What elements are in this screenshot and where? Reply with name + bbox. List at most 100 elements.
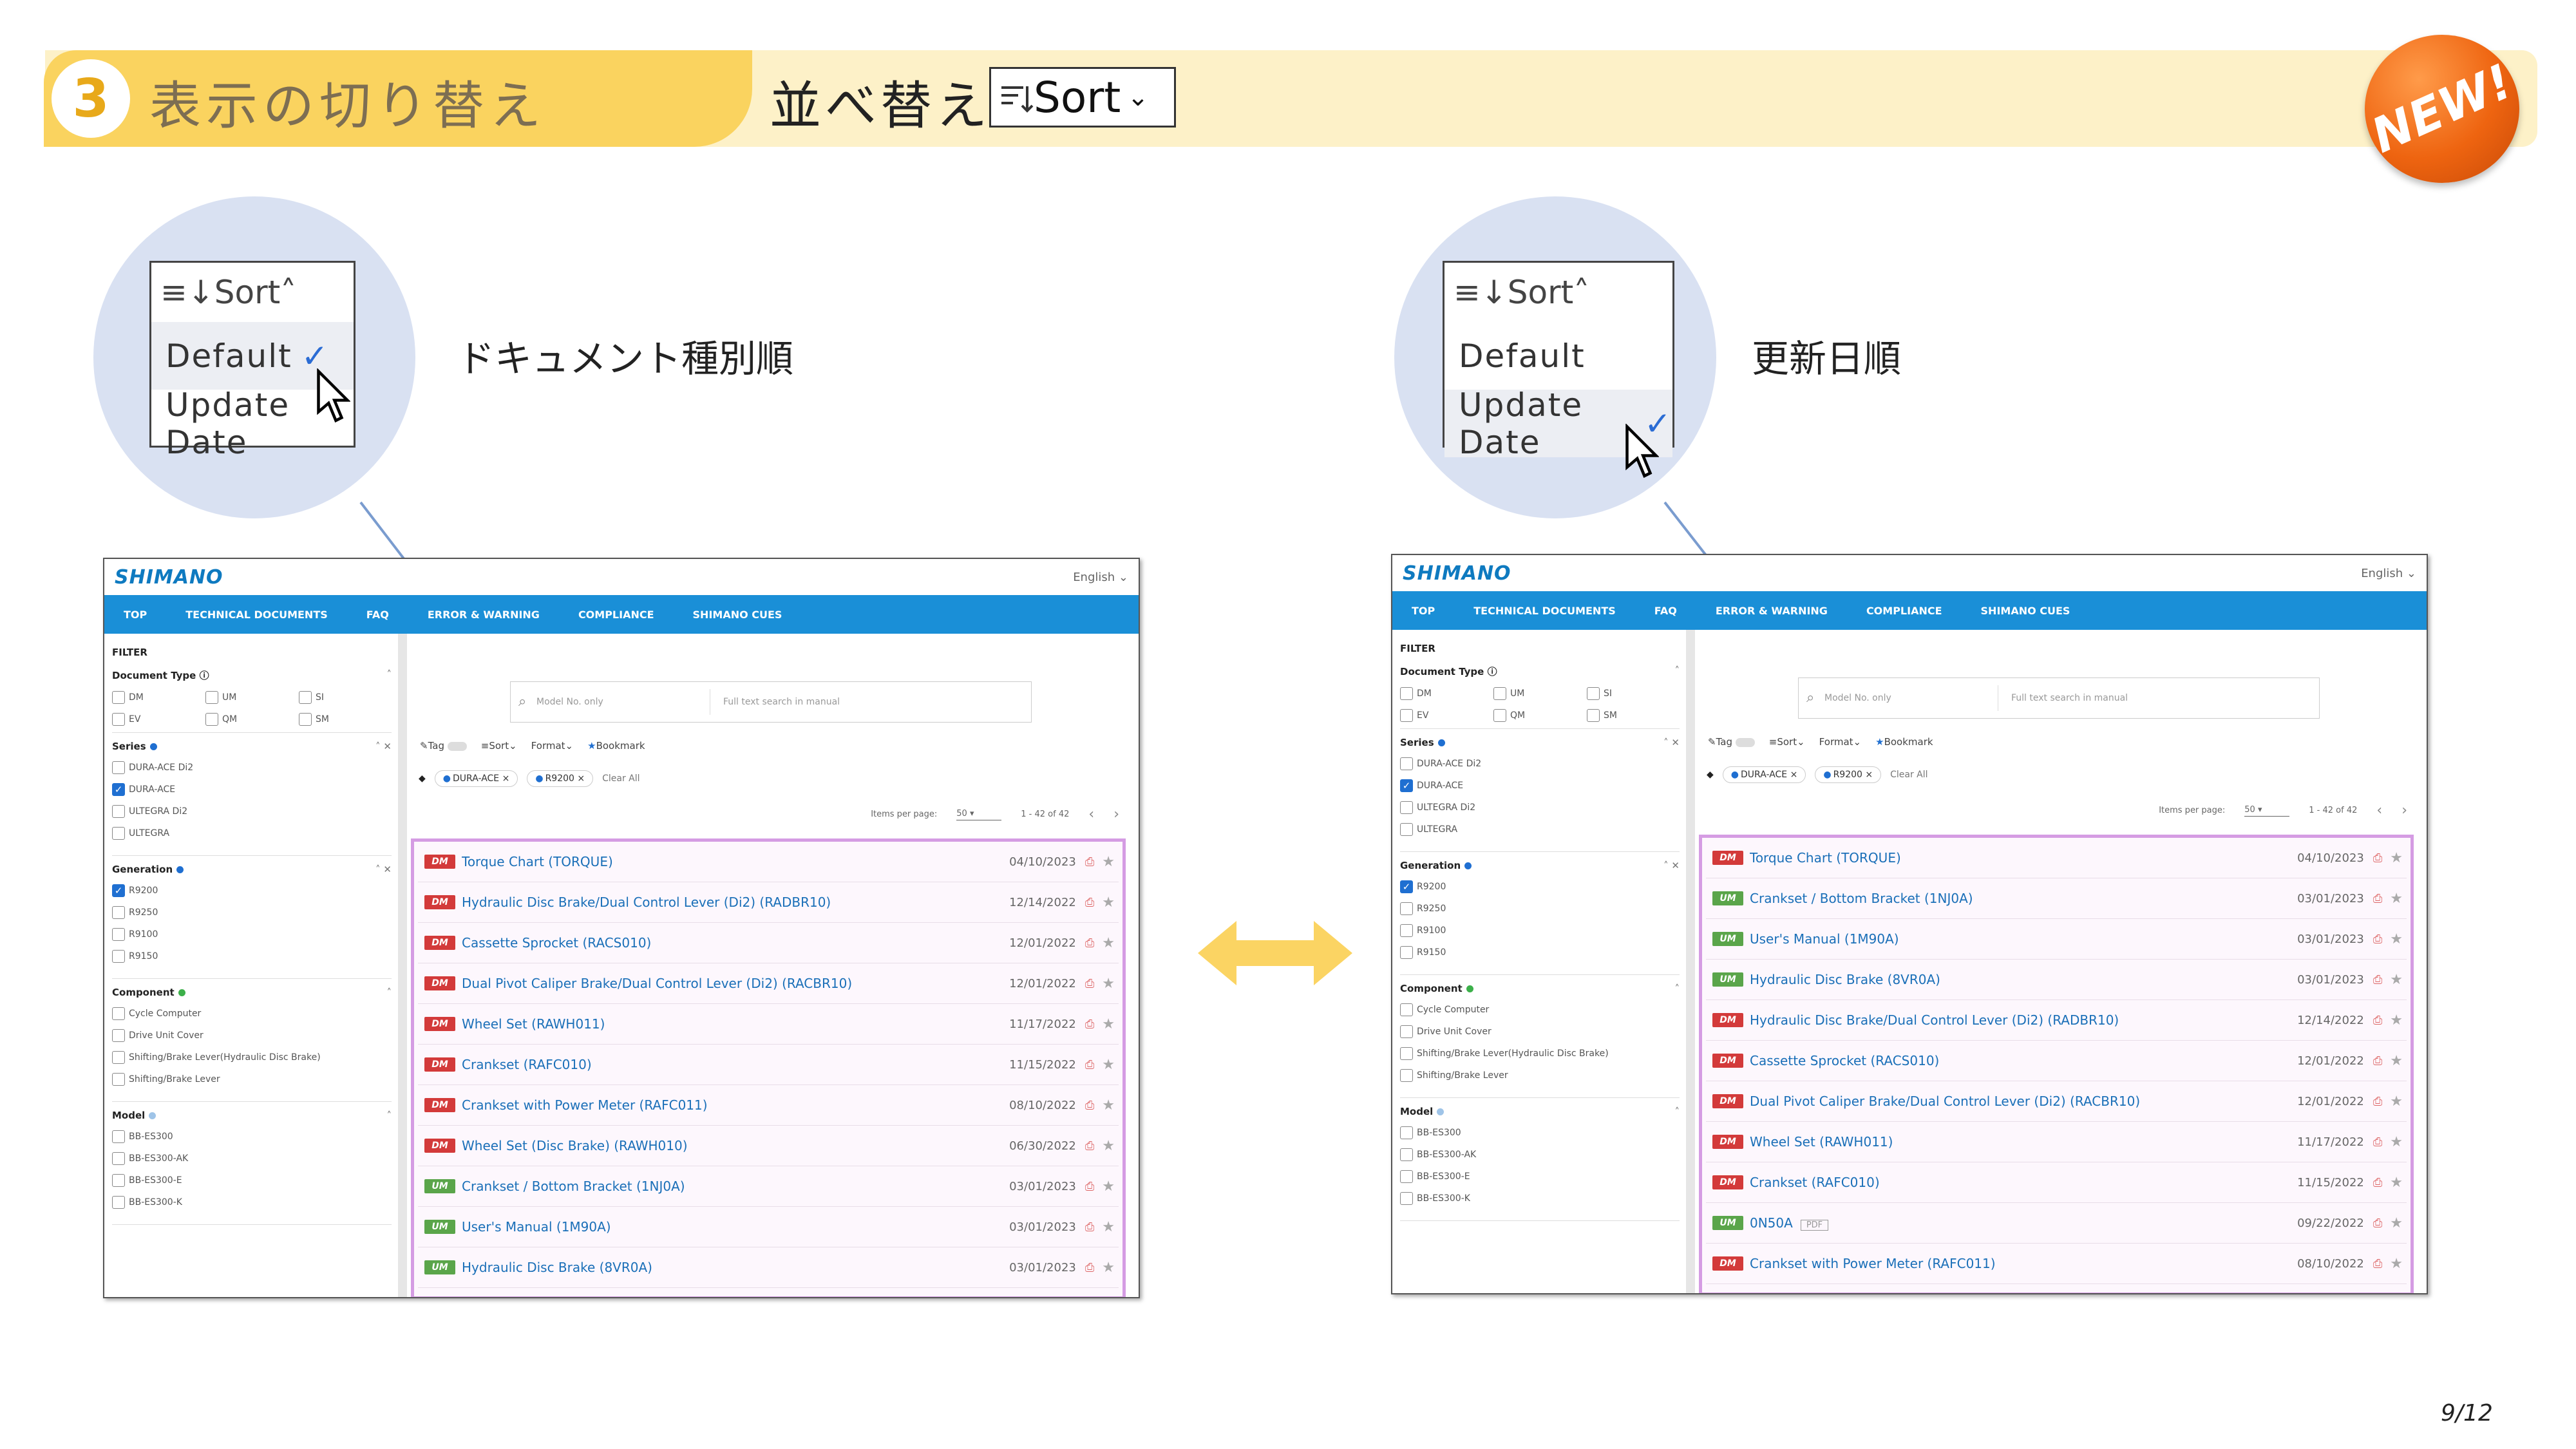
format-button[interactable]: Format⌄	[531, 740, 573, 752]
filter-checkbox[interactable]: ULTEGRA	[1400, 823, 1680, 836]
result-row[interactable]: UM Hydraulic Disc Brake (8VR0A) 03/01/20…	[1706, 960, 2407, 1000]
fulltext-search-input[interactable]: Full text search in manual	[710, 697, 840, 707]
filter-checkbox[interactable]: R9100	[112, 928, 392, 941]
filter-checkbox[interactable]: ULTEGRA	[112, 827, 392, 840]
bookmark-star-icon[interactable]: ★	[2390, 1012, 2403, 1028]
bookmark-star-icon[interactable]: ★	[1102, 854, 1115, 870]
filter-checkbox[interactable]: QM	[1493, 709, 1587, 722]
sort-option-default[interactable]: Default	[1444, 322, 1672, 390]
result-title[interactable]: Hydraulic Disc Brake/Dual Control Lever …	[462, 895, 1009, 910]
collapse-icon[interactable]: ˄ ✕	[375, 864, 392, 875]
filter-checkbox[interactable]: BB-ES300-K	[1400, 1192, 1680, 1205]
bookmark-star-icon[interactable]: ★	[2390, 931, 2403, 947]
per-page-select[interactable]: 50 ▾	[956, 809, 1002, 820]
pdf-icon[interactable]: ⎙	[1085, 936, 1094, 950]
result-title[interactable]: 0N50A PDF	[1750, 1215, 2297, 1231]
pdf-icon[interactable]: ⎙	[2373, 1176, 2382, 1189]
shimano-logo[interactable]: SHIMANO	[1403, 562, 1511, 585]
result-title[interactable]: Dual Pivot Caliper Brake/Dual Control Le…	[1750, 1094, 2297, 1109]
result-title[interactable]: Crankset (RAFC010)	[1750, 1175, 2297, 1190]
collapse-icon[interactable]: ˄	[1675, 1106, 1680, 1117]
bookmark-star-icon[interactable]: ★	[1102, 895, 1115, 911]
result-title[interactable]: Crankset with Power Meter (RAFC011)	[462, 1097, 1009, 1113]
bookmark-star-icon[interactable]: ★	[2390, 1215, 2403, 1231]
result-row[interactable]: UM User's Manual (1M90A) 03/01/2023 ⎙ ★	[418, 1207, 1119, 1247]
filter-checkbox[interactable]: BB-ES300-E	[1400, 1170, 1680, 1183]
shimano-logo[interactable]: SHIMANO	[115, 566, 223, 589]
pdf-icon[interactable]: ⎙	[2373, 1135, 2382, 1149]
pdf-icon[interactable]: ⎙	[2373, 851, 2382, 865]
result-title[interactable]: User's Manual (1M90A)	[1750, 931, 2297, 947]
bookmark-star-icon[interactable]: ★	[1102, 1260, 1115, 1276]
filter-chip[interactable]: ● R9200 ×	[527, 770, 594, 787]
result-row[interactable]: DM Dual Pivot Caliper Brake/Dual Control…	[418, 963, 1119, 1004]
pdf-icon[interactable]: ⎙	[2373, 1014, 2382, 1027]
filter-chip[interactable]: ● R9200 ×	[1815, 766, 1882, 783]
filter-checkbox[interactable]: R9150	[1400, 946, 1680, 959]
result-row[interactable]: DM Torque Chart (TORQUE) 04/10/2023 ⎙ ★	[1706, 838, 2407, 878]
nav-item-2[interactable]: FAQ	[366, 609, 389, 621]
pdf-icon[interactable]: ⎙	[1085, 1139, 1094, 1153]
filter-checkbox[interactable]: DURA-ACE Di2	[112, 761, 392, 774]
result-row[interactable]: DM Wheel Set (RAWH011) 11/17/2022 ⎙ ★	[1706, 1122, 2407, 1162]
filter-checkbox[interactable]: ULTEGRA Di2	[1400, 801, 1680, 814]
clear-all-link[interactable]: Clear All	[602, 773, 639, 784]
result-row[interactable]: DM Cassette Sprocket (RACS010) 12/01/202…	[1706, 1041, 2407, 1081]
fulltext-search-input[interactable]: Full text search in manual	[1998, 693, 2128, 703]
filter-checkbox[interactable]: QM	[205, 713, 299, 726]
nav-item-3[interactable]: ERROR & WARNING	[428, 609, 540, 621]
nav-item-0[interactable]: TOP	[124, 609, 147, 621]
filter-checkbox[interactable]: SI	[1587, 687, 1680, 700]
result-title[interactable]: Hydraulic Disc Brake (8VR0A)	[1750, 972, 2297, 987]
filter-checkbox[interactable]: R9250	[1400, 902, 1680, 915]
pdf-icon[interactable]: ⎙	[2373, 933, 2382, 946]
pdf-icon[interactable]: ⎙	[1085, 1099, 1094, 1112]
bookmark-star-icon[interactable]: ★	[1102, 1179, 1115, 1195]
toggle-switch[interactable]	[447, 741, 467, 751]
result-title[interactable]: Hydraulic Disc Brake/Dual Control Lever …	[1750, 1012, 2297, 1028]
help-icon[interactable]: ⓘ	[200, 670, 209, 681]
result-row[interactable]: DM Cassette Sprocket (RACS010) 12/01/202…	[418, 923, 1119, 963]
pdf-icon[interactable]: ⎙	[1085, 1261, 1094, 1274]
result-row[interactable]: EV BR-R9270-4807C 07/29/2022 ⎙ ★	[1706, 1284, 2407, 1293]
pdf-icon[interactable]: ⎙	[1085, 1220, 1094, 1234]
sort-button[interactable]: ≡Sort⌄	[1769, 736, 1805, 748]
filter-checkbox[interactable]: UM	[205, 691, 299, 704]
filter-checkbox[interactable]: Drive Unit Cover	[112, 1029, 392, 1042]
result-title[interactable]: Crankset / Bottom Bracket (1NJ0A)	[462, 1179, 1009, 1194]
filter-checkbox[interactable]: ✓ DURA-ACE	[112, 783, 392, 796]
result-title[interactable]: Wheel Set (RAWH011)	[1750, 1134, 2297, 1150]
filter-checkbox[interactable]: Cycle Computer	[1400, 1003, 1680, 1016]
result-row[interactable]: UM Hydraulic Disc Brake (8VR0A) 03/01/20…	[418, 1247, 1119, 1288]
sort-dropdown-header[interactable]: ≡↓ Sort ˄	[151, 263, 354, 322]
result-row[interactable]: DM Crankset (RAFC010) 11/15/2022 ⎙ ★	[1706, 1162, 2407, 1203]
filter-checkbox[interactable]: SI	[299, 691, 392, 704]
pdf-icon[interactable]: ⎙	[2373, 892, 2382, 905]
pdf-icon[interactable]: ⎙	[2373, 1257, 2382, 1271]
pdf-icon[interactable]: ⎙	[1085, 1018, 1094, 1031]
collapse-icon[interactable]: ˄ ✕	[375, 741, 392, 752]
result-title[interactable]: Hydraulic Disc Brake (8VR0A)	[462, 1260, 1009, 1275]
filter-checkbox[interactable]: UM	[1493, 687, 1587, 700]
pdf-icon[interactable]: ⎙	[2373, 1095, 2382, 1108]
bookmark-button[interactable]: ★Bookmark	[1875, 736, 1933, 748]
bookmark-star-icon[interactable]: ★	[2390, 972, 2403, 988]
language-select[interactable]: English ⌄	[2361, 567, 2416, 580]
filter-checkbox[interactable]: Shifting/Brake Lever	[112, 1073, 392, 1086]
next-page-icon[interactable]: ›	[1113, 806, 1119, 822]
filter-checkbox[interactable]: ✓ DURA-ACE	[1400, 779, 1680, 792]
nav-item-4[interactable]: COMPLIANCE	[1866, 605, 1942, 617]
result-row[interactable]: UM 0N50APDF 09/22/2022 ⎙ ★	[1706, 1203, 2407, 1244]
bookmark-star-icon[interactable]: ★	[1102, 1219, 1115, 1235]
filter-checkbox[interactable]: SM	[1587, 709, 1680, 722]
format-button[interactable]: Format⌄	[1819, 736, 1861, 748]
pdf-icon[interactable]: ⎙	[1085, 1058, 1094, 1072]
bookmark-star-icon[interactable]: ★	[1102, 1016, 1115, 1032]
nav-item-3[interactable]: ERROR & WARNING	[1716, 605, 1828, 617]
result-title[interactable]: Crankset with Power Meter (RAFC011)	[1750, 1256, 2297, 1271]
filter-checkbox[interactable]: SM	[299, 713, 392, 726]
pdf-icon[interactable]: ⎙	[1085, 977, 1094, 990]
nav-item-5[interactable]: SHIMANO CUES	[1981, 605, 2070, 617]
per-page-select[interactable]: 50 ▾	[2244, 805, 2290, 817]
pdf-icon[interactable]: ⎙	[2373, 1217, 2382, 1230]
